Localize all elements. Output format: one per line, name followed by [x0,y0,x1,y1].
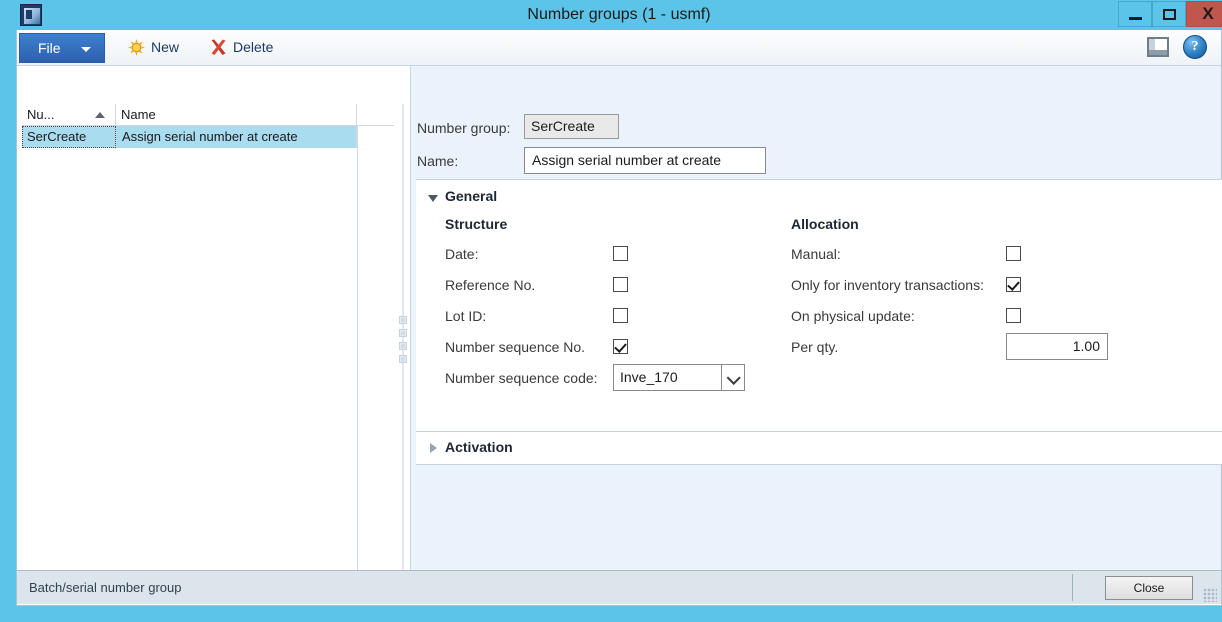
grid-column-header-filler [357,104,394,125]
help-icon-label: ? [1191,39,1199,54]
cell-number-group: SerCreate [22,126,116,148]
per-qty-field[interactable]: 1.00 [1006,333,1108,360]
grid-vertical-rule [357,126,358,570]
panel-layout-icon[interactable] [1147,37,1169,57]
lot-id-label: Lot ID: [445,308,487,324]
status-bar: Batch/serial number group Close [17,570,1221,604]
number-sequence-code-label: Number sequence code: [445,370,598,386]
date-checkbox[interactable] [613,246,628,261]
chevron-down-icon [81,47,91,52]
delete-button-label: Delete [233,39,274,55]
status-text: Batch/serial number group [29,580,182,595]
on-physical-update-checkbox[interactable] [1006,308,1021,323]
grid-column-header-number[interactable]: Nu... [22,104,116,125]
new-star-icon [128,39,145,56]
splitter-grip-dot [399,329,407,337]
expand-triangle-icon[interactable] [430,443,437,453]
window-title: Number groups (1 - usmf) [527,6,711,23]
cell-filler [357,126,394,148]
table-row[interactable]: SerCreate Assign serial number at create [22,126,394,148]
allocation-heading: Allocation [791,216,859,232]
main-content: Nu... Name SerCreate Assign serial numbe… [17,66,1222,570]
manual-checkbox[interactable] [1006,246,1021,261]
collapse-triangle-icon[interactable] [428,195,438,202]
lot-id-checkbox[interactable] [613,308,628,323]
status-separator [1072,574,1073,601]
number-sequence-code-dropdown[interactable]: Inve_170 [613,364,745,391]
on-physical-update-label: On physical update: [791,308,915,324]
delete-button[interactable]: Delete [207,34,291,62]
application-window: Number groups (1 - usmf) X File New Dele… [0,0,1222,622]
reference-no-checkbox[interactable] [613,277,628,292]
structure-heading: Structure [445,216,508,232]
grid-column-header-number-label: Nu... [27,107,55,122]
toolbar: File New Delete ? [17,30,1221,66]
chevron-down-icon[interactable] [721,365,744,390]
number-group-label: Number group: [417,120,511,136]
resize-grip-icon[interactable] [1203,588,1217,602]
activation-group-panel[interactable]: Activation [416,432,1222,465]
activation-group-title[interactable]: Activation [445,439,513,455]
grid-column-header-name-label: Name [121,107,156,122]
sort-ascending-icon [95,112,105,118]
name-label: Name: [417,153,459,169]
detail-pane: Number group: SerCreate Name: Assign ser… [410,66,1222,570]
close-icon: X [1202,4,1214,23]
close-button[interactable]: Close [1105,576,1193,600]
minimize-button[interactable] [1118,1,1152,27]
number-group-field[interactable]: SerCreate [524,114,619,139]
title-bar[interactable]: Number groups (1 - usmf) X [8,0,1222,30]
only-for-inventory-transactions-label: Only for inventory transactions: [791,277,984,293]
splitter-grip-dot [399,355,407,363]
number-groups-grid[interactable]: Nu... Name SerCreate Assign serial numbe… [22,104,394,570]
help-question-icon[interactable]: ? [1183,35,1207,59]
splitter-grip-dot [399,316,407,324]
date-label: Date: [445,246,479,262]
only-for-inventory-transactions-checkbox[interactable] [1006,277,1021,292]
general-group-panel: General Structure Allocation Date: Refer… [416,179,1222,432]
grid-column-header-name[interactable]: Name [116,104,357,125]
reference-no-label: Reference No. [445,277,536,293]
grid-rows: SerCreate Assign serial number at create [22,126,394,570]
manual-label: Manual: [791,246,841,262]
file-menu-label: File [38,40,61,56]
window-client-area: File New Delete ? Nu... Name SerCreate A… [16,30,1222,606]
toolbar-right-icons: ? [1147,35,1213,61]
delete-x-icon [211,39,226,55]
panel-splitter[interactable] [396,104,410,570]
close-window-button[interactable]: X [1186,1,1222,27]
cell-name: Assign serial number at create [116,126,357,148]
new-button-label: New [151,39,180,55]
per-qty-label: Per qty. [791,339,839,355]
grid-header-row: Nu... Name [22,104,394,126]
number-sequence-no-label: Number sequence No. [445,339,586,355]
maximize-button[interactable] [1152,1,1186,27]
name-field[interactable]: Assign serial number at create [524,147,766,174]
number-sequence-code-value: Inve_170 [620,369,678,385]
new-button[interactable]: New [125,34,199,62]
general-group-title[interactable]: General [445,188,497,204]
file-menu-button[interactable]: File [19,33,105,63]
splitter-grip-dot [399,342,407,350]
number-sequence-no-checkbox[interactable] [613,339,628,354]
